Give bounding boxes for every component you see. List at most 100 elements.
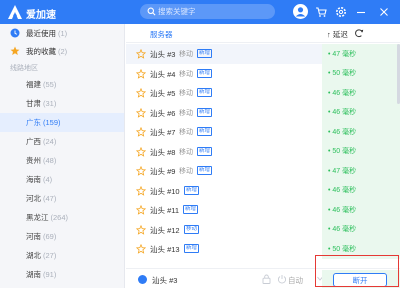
title-bar: 爱加速 bbox=[0, 0, 400, 24]
current-server-name: 汕头 #3 bbox=[152, 276, 178, 285]
connected-status-icon bbox=[138, 275, 147, 284]
server-badge: 新增 bbox=[184, 185, 200, 195]
server-row[interactable]: 汕头 #5 移动 新增 • 46 毫秒 bbox=[126, 83, 400, 103]
region-count: (69) bbox=[43, 232, 57, 241]
region-name: 福建 bbox=[26, 80, 41, 89]
favorite-star-icon[interactable] bbox=[136, 205, 146, 215]
server-name: 汕头 #5 bbox=[150, 89, 176, 98]
server-name: 汕头 #11 bbox=[150, 206, 180, 215]
minimize-icon[interactable] bbox=[354, 5, 368, 19]
favorite-star-icon[interactable] bbox=[136, 88, 146, 98]
sidebar-item-region[interactable]: 河北 (47) bbox=[0, 189, 124, 208]
search-icon bbox=[147, 7, 156, 16]
sidebar-item-count: (2) bbox=[58, 46, 68, 56]
server-badge: 移动 bbox=[184, 224, 200, 234]
cart-icon[interactable] bbox=[314, 5, 328, 19]
server-row[interactable]: 汕头 #3 移动 新增 • 47 毫秒 bbox=[126, 44, 400, 64]
favorite-star-icon[interactable] bbox=[136, 166, 146, 176]
server-name: 汕头 #4 bbox=[150, 69, 176, 79]
sidebar-item-region[interactable]: 广西 (24) bbox=[0, 132, 124, 151]
server-isp: 移动 bbox=[179, 51, 193, 58]
region-count: (24) bbox=[43, 137, 57, 146]
sidebar-item-label: 我的收藏 bbox=[26, 46, 56, 56]
app-logo-icon bbox=[8, 5, 22, 19]
server-row[interactable]: 汕头 #7 移动 新增 • 46 毫秒 bbox=[126, 122, 400, 142]
favorite-star-icon[interactable] bbox=[136, 107, 146, 118]
server-name: 汕头 #13 bbox=[150, 245, 180, 254]
favorite-star-icon[interactable] bbox=[136, 185, 146, 196]
lock-icon[interactable] bbox=[262, 274, 271, 284]
server-name: 汕头 #10 bbox=[150, 186, 180, 196]
refresh-icon[interactable] bbox=[354, 28, 364, 38]
star-icon bbox=[10, 46, 20, 55]
server-row[interactable]: 汕头 #4 移动 新增 • 50 毫秒 bbox=[126, 63, 400, 83]
region-name: 河南 bbox=[26, 232, 41, 241]
region-count: (159) bbox=[43, 118, 61, 127]
favorite-star-icon[interactable] bbox=[136, 244, 146, 254]
sidebar-item-region[interactable]: 福建 (55) bbox=[0, 75, 124, 94]
server-isp: 移动 bbox=[179, 168, 193, 175]
sidebar-item-region[interactable]: 海南 (4) bbox=[0, 170, 124, 189]
search-input[interactable] bbox=[158, 5, 268, 18]
region-count: (47) bbox=[43, 194, 57, 203]
app-name: 爱加速 bbox=[26, 10, 56, 21]
sidebar-item-region[interactable]: 黑龙江 (264) bbox=[0, 208, 124, 227]
column-header-server[interactable]: 服务器 bbox=[150, 29, 173, 40]
close-icon[interactable] bbox=[377, 5, 391, 19]
sidebar-item-region[interactable]: 贵州 (48) bbox=[0, 151, 124, 170]
region-name: 贵州 bbox=[26, 156, 41, 165]
favorite-star-icon[interactable] bbox=[136, 146, 146, 157]
sidebar-item-recent[interactable]: 最近使用 (1) bbox=[0, 24, 124, 42]
server-row[interactable]: 汕头 #11 新增 • 46 毫秒 bbox=[126, 200, 400, 220]
server-isp: 移动 bbox=[179, 148, 193, 156]
server-badge: 新增 bbox=[184, 244, 200, 253]
server-latency: • 47 毫秒 bbox=[322, 44, 400, 64]
server-list-panel: 服务器 ↑ 延迟 汕头 #3 移动 新增 • 47 毫秒 汕头 #4 移动 新增 • 50 毫… bbox=[126, 24, 400, 288]
favorite-star-icon[interactable] bbox=[136, 127, 146, 137]
column-header-latency[interactable]: ↑ 延迟 bbox=[327, 29, 348, 40]
server-name: 汕头 #6 bbox=[150, 108, 176, 118]
server-row[interactable]: 汕头 #9 移动 新增 • 47 毫秒 bbox=[126, 161, 400, 181]
server-badge: 新增 bbox=[197, 49, 213, 58]
region-list: 福建 (55) 甘肃 (31) 广东 (159) 广西 (24) 贵州 (48) 海南 (4… bbox=[0, 75, 124, 284]
server-latency: • 47 毫秒 bbox=[322, 161, 400, 181]
sidebar-section-label: 线路地区 bbox=[10, 64, 38, 72]
search-box[interactable] bbox=[140, 4, 275, 19]
favorite-star-icon[interactable] bbox=[136, 68, 146, 79]
server-name: 汕头 #9 bbox=[150, 167, 176, 176]
server-row[interactable]: 汕头 #12 移动 • 46 毫秒 bbox=[126, 219, 400, 239]
server-latency: • 50 毫秒 bbox=[322, 63, 400, 83]
sidebar-item-favorites[interactable]: 我的收藏 (2) bbox=[0, 42, 124, 60]
server-row[interactable]: 汕头 #6 移动 新增 • 46 毫秒 bbox=[126, 102, 400, 122]
sidebar: 最近使用 (1) 我的收藏 (2) 线路地区 福建 (55) 甘肃 (31) 广东(… bbox=[0, 24, 125, 288]
power-icon[interactable] bbox=[277, 274, 287, 284]
sidebar-item-count: (1) bbox=[58, 28, 68, 38]
disconnect-button[interactable]: 断开 bbox=[333, 273, 387, 287]
server-badge: 新增 bbox=[197, 68, 213, 78]
server-row[interactable]: 汕头 #13 新增 • 50 毫秒 bbox=[126, 239, 400, 259]
gear-icon[interactable] bbox=[334, 5, 348, 19]
region-name: 湖南 bbox=[26, 270, 41, 279]
sidebar-item-region-active[interactable]: 广东 (159) bbox=[0, 113, 124, 132]
server-latency: • 46 毫秒 bbox=[322, 83, 400, 103]
server-name: 汕头 #12 bbox=[150, 225, 180, 235]
favorite-star-icon[interactable] bbox=[136, 49, 146, 59]
sidebar-item-label: 最近使用 bbox=[26, 28, 56, 38]
region-count: (4) bbox=[43, 175, 53, 184]
server-latency: • 50 毫秒 bbox=[322, 141, 400, 161]
favorite-star-icon[interactable] bbox=[136, 224, 146, 235]
region-count: (264) bbox=[50, 213, 69, 222]
server-row[interactable]: 汕头 #8 移动 新增 • 50 毫秒 bbox=[126, 141, 400, 161]
server-row[interactable]: 汕头 #10 新增 • 46 毫秒 bbox=[126, 180, 400, 200]
sidebar-item-region[interactable]: 湖北 (27) bbox=[0, 246, 124, 265]
server-latency: • 46 毫秒 bbox=[322, 180, 400, 200]
avatar[interactable] bbox=[293, 4, 308, 19]
sidebar-item-region[interactable]: 湖南 (91) bbox=[0, 265, 124, 284]
server-badge: 新增 bbox=[183, 205, 199, 214]
region-name: 黑龙江 bbox=[26, 213, 49, 222]
server-name: 汕头 #8 bbox=[150, 147, 176, 157]
sidebar-item-region[interactable]: 甘肃 (31) bbox=[0, 94, 124, 113]
server-rows: 汕头 #3 移动 新增 • 47 毫秒 汕头 #4 移动 新增 • 50 毫秒 汕头 #5 移动新… bbox=[126, 44, 400, 259]
auto-label[interactable]: 自动 bbox=[288, 275, 303, 286]
sidebar-item-region[interactable]: 河南 (69) bbox=[0, 227, 124, 246]
